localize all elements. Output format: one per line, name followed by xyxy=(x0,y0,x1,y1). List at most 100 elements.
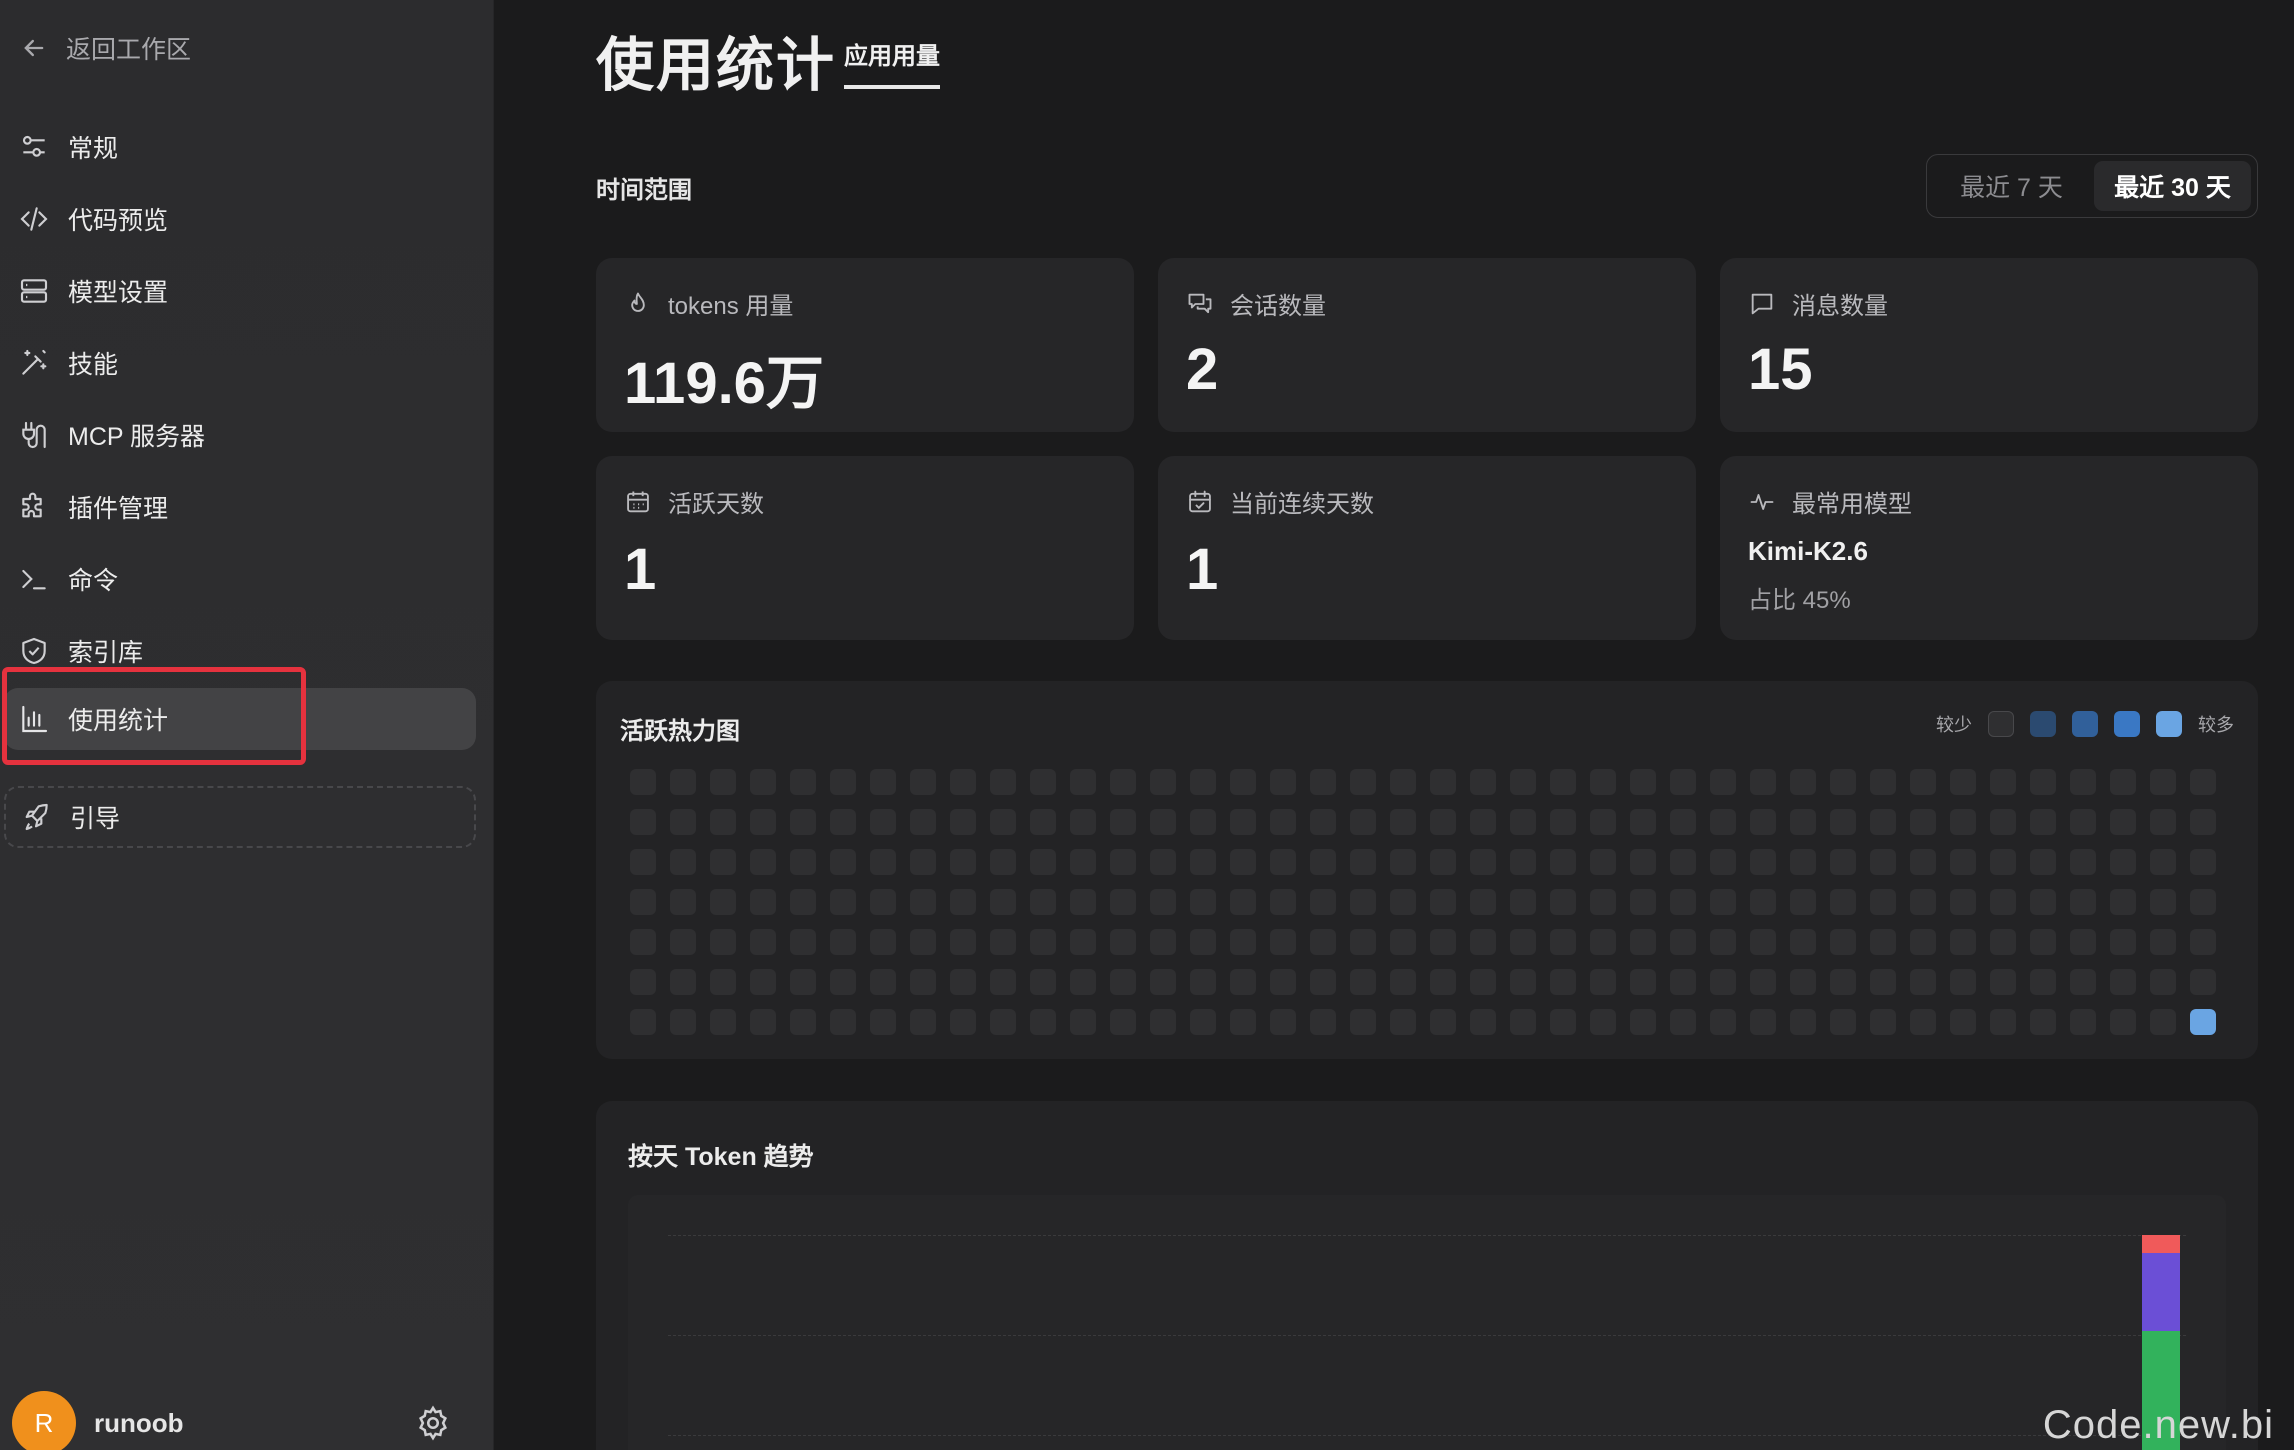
heatmap-cell[interactable] xyxy=(1110,809,1136,835)
heatmap-cell[interactable] xyxy=(1750,969,1776,995)
heatmap-cell[interactable] xyxy=(2030,889,2056,915)
heatmap-cell[interactable] xyxy=(630,849,656,875)
heatmap-cell[interactable] xyxy=(1510,1009,1536,1035)
heatmap-cell[interactable] xyxy=(1070,849,1096,875)
heatmap-cell[interactable] xyxy=(1550,1009,1576,1035)
heatmap-cell[interactable] xyxy=(1630,769,1656,795)
heatmap-cell[interactable] xyxy=(1910,809,1936,835)
heatmap-cell[interactable] xyxy=(1630,969,1656,995)
range-30-days-button[interactable]: 最近 30 天 xyxy=(2094,161,2251,211)
heatmap-cell[interactable] xyxy=(1270,1009,1296,1035)
heatmap-cell[interactable] xyxy=(1350,849,1376,875)
heatmap-cell[interactable] xyxy=(2190,889,2216,915)
heatmap-cell[interactable] xyxy=(1790,769,1816,795)
heatmap-cell[interactable] xyxy=(1230,969,1256,995)
heatmap-cell[interactable] xyxy=(1470,849,1496,875)
heatmap-cell[interactable] xyxy=(1470,769,1496,795)
heatmap-cell[interactable] xyxy=(1350,969,1376,995)
heatmap-cell[interactable] xyxy=(1310,769,1336,795)
sidebar-item-general[interactable]: 常规 xyxy=(4,116,476,178)
heatmap-cell[interactable] xyxy=(1030,929,1056,955)
heatmap-cell[interactable] xyxy=(1230,929,1256,955)
sidebar-item-usage-stats[interactable]: 使用统计 xyxy=(4,688,476,750)
heatmap-cell[interactable] xyxy=(1310,1009,1336,1035)
heatmap-cell[interactable] xyxy=(1750,849,1776,875)
heatmap-cell[interactable] xyxy=(1830,809,1856,835)
heatmap-cell[interactable] xyxy=(2030,1009,2056,1035)
heatmap-cell[interactable] xyxy=(950,769,976,795)
heatmap-cell[interactable] xyxy=(830,929,856,955)
heatmap-cell[interactable] xyxy=(1070,969,1096,995)
heatmap-cell[interactable] xyxy=(670,849,696,875)
heatmap-cell[interactable] xyxy=(1710,1009,1736,1035)
heatmap-cell[interactable] xyxy=(1150,929,1176,955)
heatmap-cell[interactable] xyxy=(2110,889,2136,915)
heatmap-cell[interactable] xyxy=(1190,929,1216,955)
heatmap-cell[interactable] xyxy=(1870,929,1896,955)
heatmap-cell[interactable] xyxy=(1030,969,1056,995)
heatmap-cell[interactable] xyxy=(1870,969,1896,995)
heatmap-cell[interactable] xyxy=(790,889,816,915)
heatmap-cell[interactable] xyxy=(1030,1009,1056,1035)
heatmap-cell[interactable] xyxy=(2070,929,2096,955)
heatmap-cell[interactable] xyxy=(1670,809,1696,835)
heatmap-cell[interactable] xyxy=(750,809,776,835)
heatmap-cell[interactable] xyxy=(950,1009,976,1035)
heatmap-cell[interactable] xyxy=(1230,889,1256,915)
heatmap-cell[interactable] xyxy=(1710,969,1736,995)
heatmap-cell[interactable] xyxy=(630,889,656,915)
heatmap-cell[interactable] xyxy=(1910,1009,1936,1035)
heatmap-cell[interactable] xyxy=(1710,849,1736,875)
heatmap-cell[interactable] xyxy=(1710,769,1736,795)
heatmap-cell[interactable] xyxy=(2190,769,2216,795)
heatmap-cell[interactable] xyxy=(1990,889,2016,915)
heatmap-cell[interactable] xyxy=(630,969,656,995)
heatmap-cell[interactable] xyxy=(750,769,776,795)
heatmap-cell[interactable] xyxy=(1070,769,1096,795)
heatmap-cell[interactable] xyxy=(1150,849,1176,875)
heatmap-cell[interactable] xyxy=(710,849,736,875)
heatmap-cell[interactable] xyxy=(1830,889,1856,915)
heatmap-cell[interactable] xyxy=(750,889,776,915)
heatmap-cell[interactable] xyxy=(1510,769,1536,795)
heatmap-cell[interactable] xyxy=(1910,769,1936,795)
heatmap-cell[interactable] xyxy=(670,769,696,795)
heatmap-cell[interactable] xyxy=(1790,1009,1816,1035)
heatmap-cell[interactable] xyxy=(2030,769,2056,795)
heatmap-cell[interactable] xyxy=(1750,929,1776,955)
heatmap-cell[interactable] xyxy=(1550,809,1576,835)
sidebar-item-skills[interactable]: 技能 xyxy=(4,332,476,394)
heatmap-cell[interactable] xyxy=(1030,889,1056,915)
heatmap-cell[interactable] xyxy=(870,929,896,955)
heatmap-cell[interactable] xyxy=(990,969,1016,995)
heatmap-cell[interactable] xyxy=(2070,1009,2096,1035)
heatmap-cell[interactable] xyxy=(1830,929,1856,955)
heatmap-cell[interactable] xyxy=(1990,849,2016,875)
heatmap-cell[interactable] xyxy=(1150,969,1176,995)
heatmap-cell[interactable] xyxy=(670,1009,696,1035)
heatmap-cell[interactable] xyxy=(670,889,696,915)
heatmap-cell[interactable] xyxy=(1510,809,1536,835)
heatmap-cell[interactable] xyxy=(990,849,1016,875)
sidebar-item-code-preview[interactable]: 代码预览 xyxy=(4,188,476,250)
heatmap-cell[interactable] xyxy=(1910,929,1936,955)
heatmap-cell[interactable] xyxy=(1670,969,1696,995)
heatmap-cell[interactable] xyxy=(2150,1009,2176,1035)
heatmap-cell[interactable] xyxy=(2110,809,2136,835)
sidebar-item-model-settings[interactable]: 模型设置 xyxy=(4,260,476,322)
heatmap-cell[interactable] xyxy=(1590,929,1616,955)
heatmap-cell[interactable] xyxy=(1870,849,1896,875)
heatmap-cell[interactable] xyxy=(990,889,1016,915)
heatmap-cell[interactable] xyxy=(1910,849,1936,875)
heatmap-cell[interactable] xyxy=(950,929,976,955)
heatmap-cell[interactable] xyxy=(1270,929,1296,955)
heatmap-cell[interactable] xyxy=(1550,769,1576,795)
heatmap-cell[interactable] xyxy=(1430,929,1456,955)
avatar[interactable]: R xyxy=(12,1391,76,1450)
heatmap-cell[interactable] xyxy=(1150,809,1176,835)
heatmap-cell[interactable] xyxy=(1830,969,1856,995)
heatmap-cell[interactable] xyxy=(1750,1009,1776,1035)
heatmap-cell[interactable] xyxy=(1590,889,1616,915)
heatmap-cell[interactable] xyxy=(1150,769,1176,795)
heatmap-cell[interactable] xyxy=(1950,809,1976,835)
